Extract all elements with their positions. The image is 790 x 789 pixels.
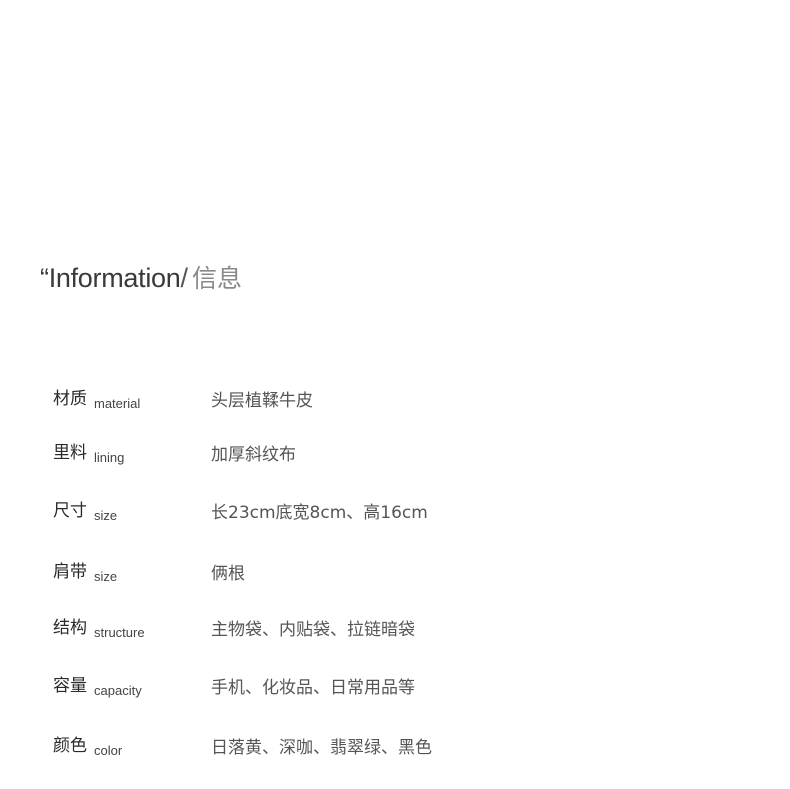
spec-label: 尺寸 size — [53, 496, 118, 523]
spec-row-size: 尺寸 size 长23cm底宽8cm、高16cm — [53, 496, 653, 526]
spec-label-en: size — [94, 569, 118, 584]
heading-chinese: 信息 — [191, 264, 242, 293]
spec-value: 长23cm底宽8cm、高16cm — [211, 503, 428, 523]
spec-label-cn: 肩带 — [53, 562, 87, 582]
spec-label-cn: 颜色 — [53, 736, 87, 756]
spec-label-en: capacity — [94, 683, 142, 698]
spec-row-lining: 里料 lining 加厚斜纹布 — [53, 438, 653, 468]
spec-label-cn: 里料 — [53, 443, 87, 463]
spec-label-cn: 结构 — [53, 618, 87, 638]
spec-label: 材质 material — [53, 384, 141, 411]
spec-value: 俩根 — [211, 564, 245, 584]
spec-label-en: color — [94, 743, 123, 758]
spec-label-cn: 材质 — [53, 389, 87, 409]
heading-separator: / — [180, 263, 188, 293]
spec-value: 主物袋、内贴袋、拉链暗袋 — [211, 620, 415, 640]
spec-label-en: lining — [94, 450, 125, 465]
spec-row-capacity: 容量 capacity 手机、化妆品、日常用品等 — [53, 671, 653, 701]
spec-label-cn: 容量 — [53, 676, 87, 696]
spec-row-structure: 结构 structure 主物袋、内贴袋、拉链暗袋 — [53, 613, 653, 643]
spec-value: 日落黄、深咖、翡翠绿、黑色 — [211, 738, 432, 758]
spec-label: 结构 structure — [53, 613, 145, 640]
spec-value: 头层植鞣牛皮 — [211, 391, 313, 411]
spec-row-color: 颜色 color 日落黄、深咖、翡翠绿、黑色 — [53, 731, 653, 761]
spec-label-cn: 尺寸 — [53, 501, 87, 521]
spec-row-strap: 肩带 size 俩根 — [53, 557, 653, 587]
spec-value: 手机、化妆品、日常用品等 — [211, 678, 415, 698]
spec-label-en: size — [94, 508, 118, 523]
spec-label: 颜色 color — [53, 731, 123, 758]
spec-value: 加厚斜纹布 — [211, 445, 296, 465]
spec-label: 容量 capacity — [53, 671, 142, 698]
spec-label-en: material — [94, 396, 141, 411]
section-heading: “Information/信息 — [40, 260, 242, 300]
spec-label: 里料 lining — [53, 438, 125, 465]
heading-english: “Information — [40, 263, 181, 293]
spec-label: 肩带 size — [53, 557, 118, 584]
spec-label-en: structure — [94, 625, 145, 640]
spec-row-material: 材质 material 头层植鞣牛皮 — [53, 384, 653, 414]
